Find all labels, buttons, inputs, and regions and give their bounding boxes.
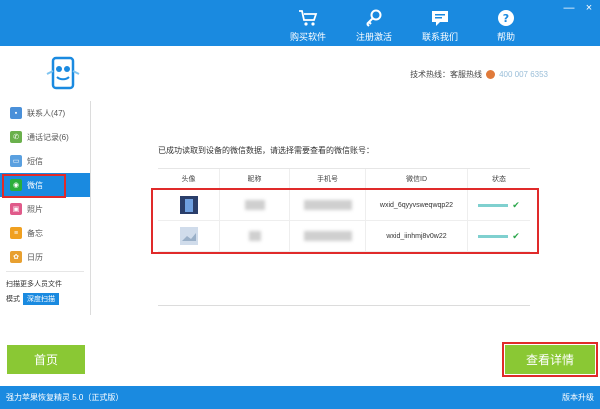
help-button[interactable]: ? 帮助 [482, 8, 530, 43]
photo-icon: ▣ [10, 203, 22, 215]
sidebar-item-label: 联系人(47) [27, 108, 66, 118]
buy-software-label: 购买软件 [289, 32, 326, 42]
sidebar-item-label: 短信 [27, 156, 43, 166]
cart-icon [297, 8, 319, 28]
top-nav: 购买软件 注册激活 联系我们 ? 帮助 [284, 8, 530, 43]
upgrade-link[interactable]: 版本升级 [562, 392, 594, 403]
sidebar-item-call-log[interactable]: ✆ 通话记录(6) [0, 125, 90, 149]
table-header: 头像 昵称 手机号 微信ID 状态 [158, 168, 530, 190]
support-label: 技术热线：客服热线 [410, 70, 483, 79]
support-person-icon [486, 70, 496, 79]
column-header: 微信ID [366, 169, 468, 189]
sidebar-item-notes[interactable]: ≡ 备忘 [0, 221, 90, 245]
top-bar: 购买软件 注册激活 联系我们 ? 帮助 — × [0, 0, 600, 46]
deep-scan-button[interactable]: 深度扫描 [23, 293, 59, 305]
sidebar-item-sms[interactable]: ▭ 短信 [0, 149, 90, 173]
register-activate-label: 注册激活 [355, 32, 392, 42]
support-hotline: 技术热线：客服热线 400 007 6353 [410, 69, 548, 80]
sidebar-item-photos[interactable]: ▣ 照片 [0, 197, 90, 221]
window-controls: — × [562, 2, 596, 14]
column-header: 手机号 [290, 169, 366, 189]
key-icon [363, 8, 385, 28]
contact-us-button[interactable]: 联系我们 [416, 8, 464, 43]
table-highlight-box [151, 188, 539, 254]
mode-label: 模式 [6, 296, 20, 303]
contact-us-label: 联系我们 [421, 32, 458, 42]
column-header: 昵称 [220, 169, 290, 189]
register-activate-button[interactable]: 注册激活 [350, 8, 398, 43]
help-label: 帮助 [496, 32, 515, 42]
chat-icon [429, 8, 451, 28]
column-header: 状态 [492, 176, 506, 183]
sidebar-item-label: 通话记录(6) [27, 132, 69, 142]
scan-more-label: 扫描更多人员文件 [6, 281, 62, 288]
sidebar-item-label: 日历 [27, 252, 43, 262]
close-button[interactable]: × [582, 2, 596, 14]
svg-text:?: ? [503, 12, 509, 25]
column-header: 头像 [158, 169, 220, 189]
support-phone: 400 007 6353 [499, 70, 548, 79]
notes-icon: ≡ [10, 227, 22, 239]
sidebar-highlight-box [2, 174, 66, 198]
sidebar-item-label: 备忘 [27, 228, 43, 238]
apps-icon: ✿ [10, 251, 22, 263]
minimize-button[interactable]: — [562, 2, 576, 14]
help-icon: ? [495, 8, 517, 28]
home-button[interactable]: 首页 [7, 345, 85, 374]
contacts-icon: ▪ [10, 107, 22, 119]
sidebar: ▪ 联系人(47) ✆ 通话记录(6) ▭ 短信 ◉ 微信 ▣ 照片 ≡ 备忘 … [0, 101, 91, 315]
status-footer: 强力苹果恢复精灵 5.0（正式版） 版本升级 [0, 386, 600, 409]
sidebar-item-label: 照片 [27, 204, 43, 214]
table-divider [158, 305, 530, 306]
details-highlight-box [502, 342, 598, 377]
app-logo [44, 54, 82, 92]
buy-software-button[interactable]: 购买软件 [284, 8, 332, 43]
instruction-text: 已成功读取到设备的微信数据，请选择需要查看的微信账号： [158, 146, 374, 155]
scan-options: 扫描更多人员文件 模式 深度扫描 [6, 279, 62, 305]
app-version-text: 强力苹果恢复精灵 5.0（正式版） [6, 393, 124, 402]
sidebar-divider [6, 271, 84, 272]
sidebar-item-contacts[interactable]: ▪ 联系人(47) [0, 101, 90, 125]
sms-icon: ▭ [10, 155, 22, 167]
phone-icon: ✆ [10, 131, 22, 143]
sidebar-item-calendar[interactable]: ✿ 日历 [0, 245, 90, 269]
